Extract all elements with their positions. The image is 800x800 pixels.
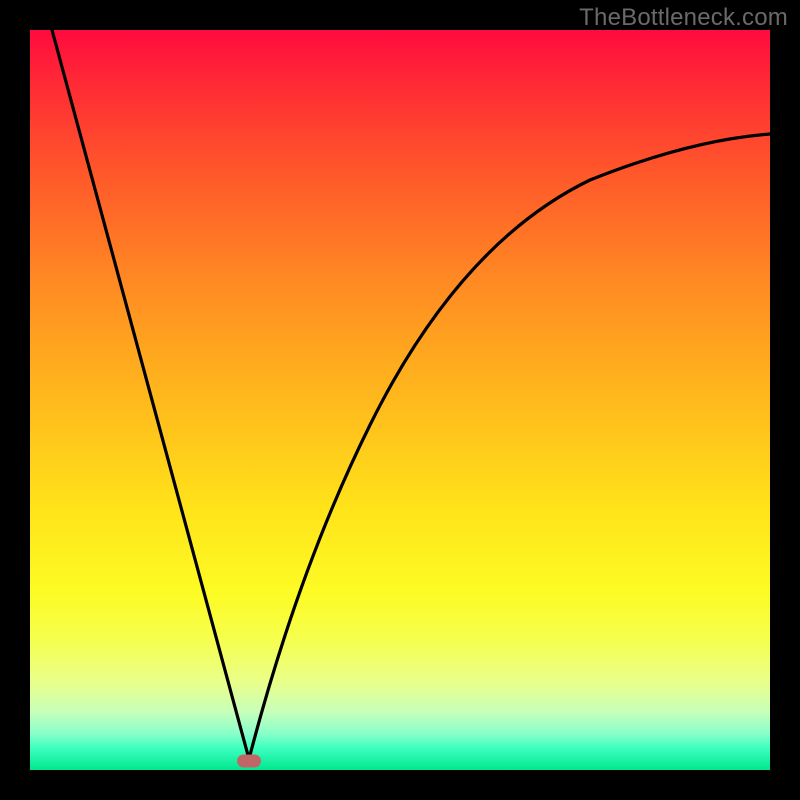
watermark-text: TheBottleneck.com — [579, 4, 788, 32]
chart-frame: TheBottleneck.com — [0, 0, 800, 800]
curve-right-branch — [249, 134, 770, 759]
bottleneck-curve — [30, 30, 770, 770]
optimum-marker — [237, 755, 261, 768]
plot-area — [30, 30, 770, 770]
curve-left-branch — [52, 30, 249, 759]
